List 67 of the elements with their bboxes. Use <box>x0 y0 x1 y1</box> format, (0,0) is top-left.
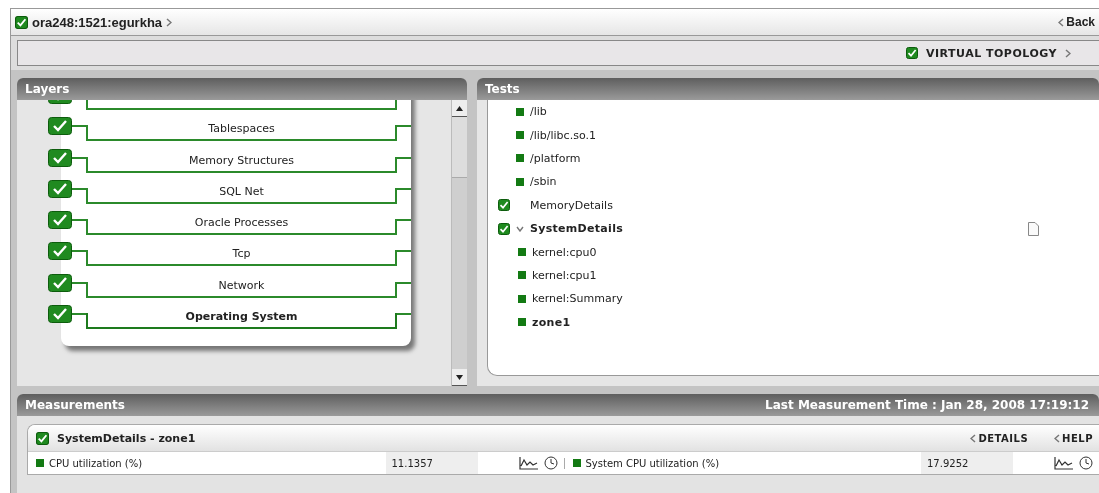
checkbox-checked-icon[interactable] <box>15 15 28 29</box>
layer-item[interactable]: Tablespaces <box>86 125 397 142</box>
card-link[interactable]: HELP <box>1054 432 1093 444</box>
caret-down-icon[interactable] <box>516 225 524 232</box>
tree-item[interactable]: /lib/libc.so.1 <box>488 123 1039 147</box>
layer-item[interactable]: SQL Net <box>86 187 397 204</box>
server-title: ora248:1521:egurkha <box>32 14 163 30</box>
checkbox-checked-icon[interactable] <box>905 47 918 59</box>
status-square-icon <box>572 459 581 467</box>
tree-item[interactable]: MemoryDetails <box>488 193 1039 217</box>
card-title: SystemDetails - zone1 <box>57 431 196 445</box>
status-square-icon <box>516 131 524 140</box>
status-square-icon <box>518 318 526 327</box>
layer-item[interactable]: Network <box>86 281 397 298</box>
tree-item[interactable]: kernel:cpu1 <box>488 263 1039 288</box>
measure-value: 11.1357 <box>385 452 478 474</box>
tree-item[interactable]: SystemDetails <box>488 216 1039 241</box>
status-square-icon <box>516 107 524 116</box>
layer-item[interactable]: Operating System <box>86 313 397 330</box>
layer-item[interactable]: Tcp <box>86 250 397 267</box>
layer-check-icon[interactable] <box>48 273 72 292</box>
checkbox-checked-icon[interactable] <box>498 222 510 235</box>
panel-title: Measurements <box>25 398 125 412</box>
layer-item[interactable]: Memory Structures <box>86 156 397 173</box>
checkbox-checked-icon[interactable] <box>36 431 49 445</box>
panel-title: Tests <box>485 82 520 96</box>
scroll-up-icon[interactable] <box>456 105 463 111</box>
clock-icon[interactable] <box>1079 456 1093 470</box>
scrollbar[interactable] <box>451 100 467 386</box>
card-link[interactable]: DETAILS <box>970 432 1029 444</box>
tree-item[interactable]: /lib <box>488 100 1039 124</box>
chevron-right-icon <box>166 17 173 27</box>
scroll-down-icon[interactable] <box>456 374 463 380</box>
topology-link[interactable]: VIRTUAL TOPOLOGY <box>905 46 1071 60</box>
layer-check-icon[interactable] <box>48 148 72 167</box>
measure-name: CPU utilization (%) <box>49 457 143 469</box>
layer-check-icon[interactable] <box>48 211 72 230</box>
measure-name: System CPU utilization (%) <box>585 457 720 469</box>
chevron-left-icon <box>970 433 977 443</box>
tree-item[interactable]: /platform <box>488 146 1039 171</box>
status-square-icon <box>518 248 526 257</box>
back-link[interactable]: Back <box>1058 15 1095 29</box>
checkbox-checked-icon[interactable] <box>498 199 510 212</box>
layer-check-icon[interactable] <box>48 242 72 261</box>
panel-title: Layers <box>25 82 70 96</box>
status-square-icon <box>518 294 526 303</box>
layer-check-icon[interactable] <box>48 179 72 198</box>
tree-item[interactable]: kernel:Summary <box>488 287 1039 311</box>
tree-item[interactable]: zone1 <box>488 310 1039 334</box>
layer-check-icon[interactable] <box>48 117 72 136</box>
chevron-left-icon <box>1058 17 1065 27</box>
tree-item[interactable]: kernel:cpu0 <box>488 240 1039 264</box>
chevron-right-icon <box>1065 48 1071 58</box>
status-square-icon <box>518 271 526 280</box>
chevron-left-icon <box>1054 433 1061 443</box>
last-measurement-time: Last Measurement Time : Jan 28, 2008 17:19:12 <box>765 398 1089 412</box>
status-square-icon <box>516 154 524 163</box>
tree-item[interactable]: /sbin <box>488 170 1039 194</box>
document-icon[interactable] <box>1028 221 1039 236</box>
status-square-icon <box>36 459 44 467</box>
layer-check-icon[interactable] <box>48 305 72 324</box>
layer-item[interactable]: Oracle Processes <box>86 219 397 236</box>
clock-icon[interactable] <box>543 456 558 470</box>
line-graph-icon[interactable] <box>518 456 539 470</box>
status-square-icon <box>516 177 524 186</box>
line-graph-icon[interactable] <box>1054 456 1074 470</box>
measure-value: 17.9252 <box>921 452 1013 474</box>
